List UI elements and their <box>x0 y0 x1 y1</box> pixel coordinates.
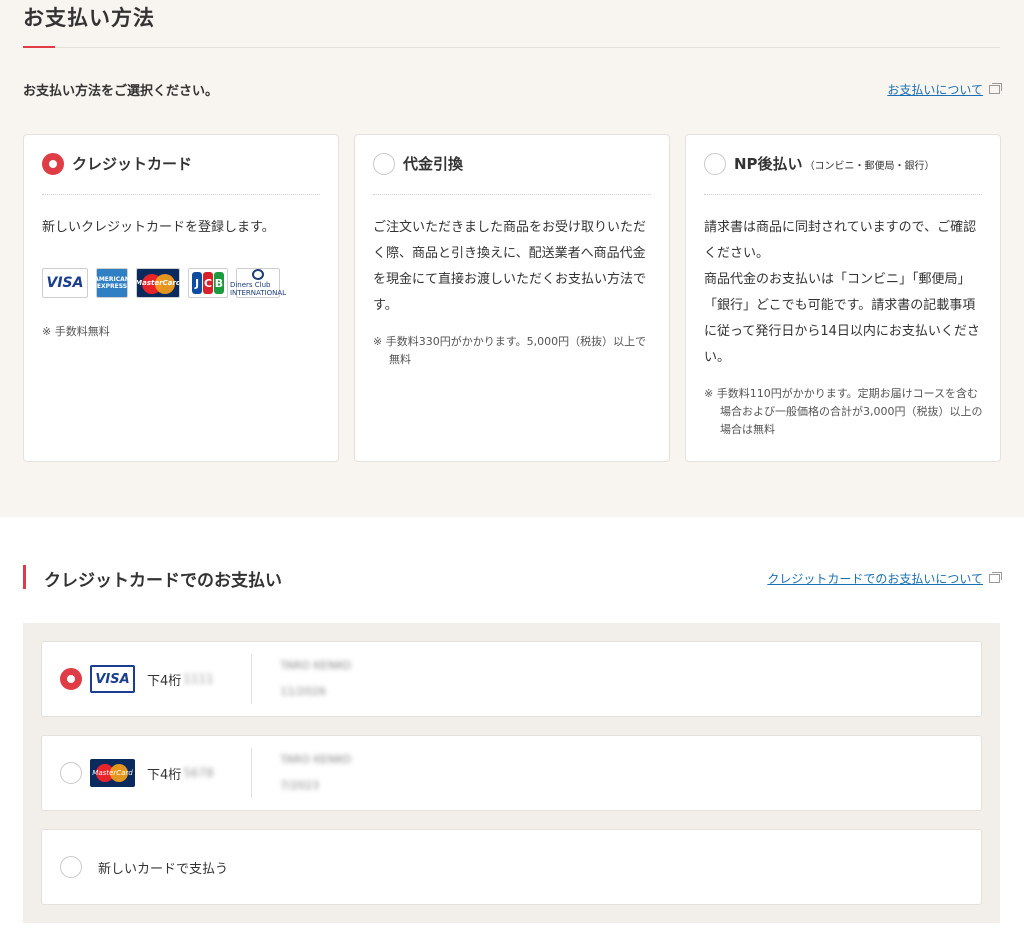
saved-cards-panel: VISA 下4桁 1111 TARO KENKO 11/2026 MasterC… <box>23 623 1000 923</box>
external-window-icon <box>989 83 1002 94</box>
radio-cod[interactable] <box>373 153 395 175</box>
last4-label: 下4桁 <box>147 767 182 783</box>
card-holder-name: TARO KENKO <box>280 659 352 672</box>
visa-logo-icon: VISA <box>90 665 135 693</box>
method-card-header: クレジットカード <box>42 153 320 195</box>
card-expiry: 7/2023 <box>280 779 319 792</box>
mastercard-logo-icon: MasterCard <box>90 759 135 787</box>
last4-value: 1111 <box>183 672 214 686</box>
method-description-np: 請求書は商品に同封されていますので、ご確認ください。 商品代金のお支払いは「コン… <box>704 220 980 365</box>
method-card-cod[interactable]: 代金引換 ご注文いただきました商品をお受け取りいただく際、商品と引き換えに、配送… <box>354 134 670 462</box>
radio-saved-card-2[interactable] <box>60 762 82 784</box>
card-holder-info: TARO KENKO 11/2026 <box>280 653 351 705</box>
last4-value: 5678 <box>183 766 214 780</box>
diners-logo-icon: Diners Club INTERNATIONAL <box>230 268 286 298</box>
method-card-np[interactable]: NP後払い （コンビニ・郵便局・銀行） 請求書は商品に同封されていますので、ご確認… <box>685 134 1001 462</box>
mastercard-logo-icon: MasterCard <box>136 268 180 298</box>
method-card-header: NP後払い （コンビニ・郵便局・銀行） <box>704 153 982 195</box>
method-note-cod: ※ 手数料330円がかかります。5,000円（税抜）以上で無料 <box>373 335 647 366</box>
card-brand-logos: VISA AMERICAN EXPRESS MasterCard JCB Din… <box>42 268 286 298</box>
radio-saved-card-1[interactable] <box>60 668 82 690</box>
method-note-np: ※ 手数料110円がかかります。定期お届けコースを含む場合および一般価格の合計が… <box>704 387 983 436</box>
credit-help-link[interactable]: クレジットカードでのお支払いについて <box>767 570 1002 587</box>
payment-help-link-label: お支払いについて <box>887 83 983 97</box>
radio-credit[interactable] <box>42 153 64 175</box>
card-holder-info: TARO KENKO 7/2023 <box>280 747 351 799</box>
visa-logo-icon: VISA <box>42 268 88 298</box>
title-accent-bar <box>23 46 55 48</box>
card-holder-name: TARO KENKO <box>280 753 352 766</box>
method-title-credit: クレジットカード <box>72 155 193 173</box>
method-description-cod: ご注文いただきました商品をお受け取りいただく際、商品と引き換えに、配送業者へ商品… <box>373 220 647 313</box>
method-description-credit: 新しいクレジットカードを登録します。 <box>42 220 275 235</box>
external-window-icon <box>989 572 1002 583</box>
method-card-credit[interactable]: クレジットカード 新しいクレジットカードを登録します。 VISA AMERICA… <box>23 134 339 462</box>
new-card-label: 新しいカードで支払う <box>98 861 229 877</box>
divider <box>251 748 253 798</box>
amex-logo-icon: AMERICAN EXPRESS <box>94 268 130 298</box>
card-expiry: 11/2026 <box>280 685 326 698</box>
credit-help-link-label: クレジットカードでのお支払いについて <box>767 572 983 586</box>
saved-card-visa[interactable]: VISA 下4桁 1111 TARO KENKO 11/2026 <box>41 641 982 717</box>
select-prompt: お支払い方法をご選択ください。 <box>23 84 219 99</box>
page-title: お支払い方法 <box>23 6 155 30</box>
section-accent-bar <box>23 565 26 589</box>
divider <box>251 654 253 704</box>
method-subtitle-np: （コンビニ・郵便局・銀行） <box>804 161 935 172</box>
method-title-cod: 代金引換 <box>403 155 464 173</box>
credit-section-title: クレジットカードでのお支払い <box>44 571 282 591</box>
radio-new-card[interactable] <box>60 856 82 878</box>
method-note-credit: ※ 手数料無料 <box>42 325 110 338</box>
payment-method-section: お支払い方法 お支払い方法をご選択ください。 お支払いについて クレジットカード… <box>0 0 1024 517</box>
saved-card-mastercard[interactable]: MasterCard 下4桁 5678 TARO KENKO 7/2023 <box>41 735 982 811</box>
jcb-logo-icon: JCB <box>188 268 228 298</box>
method-card-header: 代金引換 <box>373 153 651 195</box>
last4-label: 下4桁 <box>147 673 182 689</box>
method-title-np: NP後払い （コンビニ・郵便局・銀行） <box>734 155 935 173</box>
radio-np[interactable] <box>704 153 726 175</box>
title-divider <box>23 47 1000 48</box>
new-card-option[interactable]: 新しいカードで支払う <box>41 829 982 905</box>
payment-help-link[interactable]: お支払いについて <box>887 81 1002 98</box>
